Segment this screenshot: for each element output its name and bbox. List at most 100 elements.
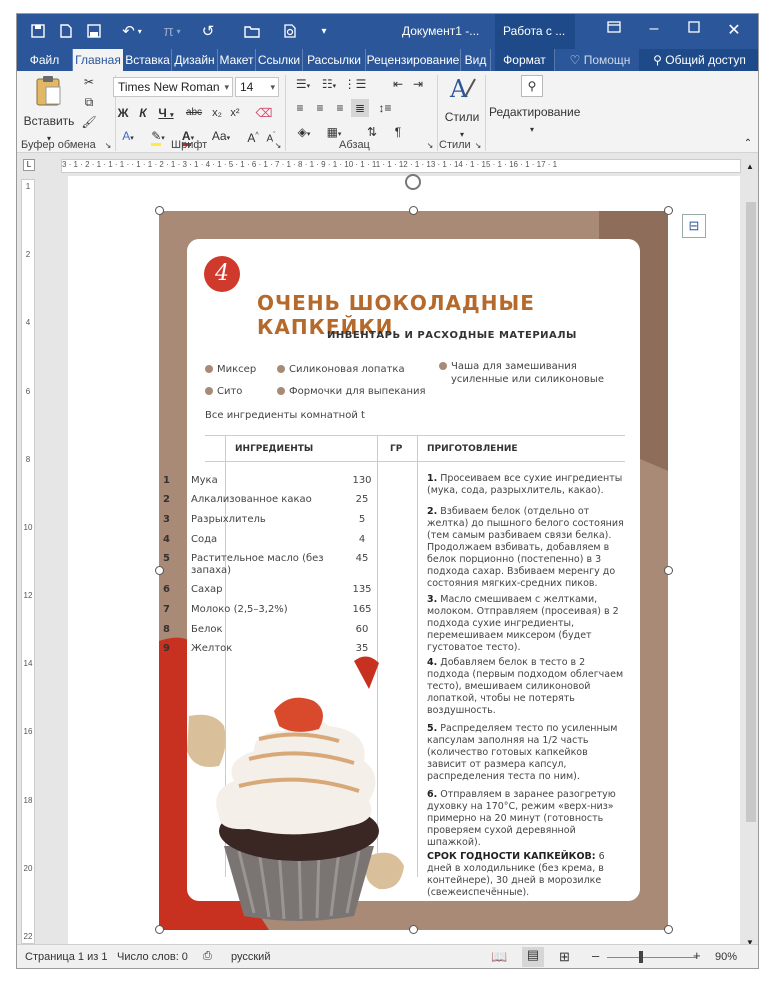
read-mode-icon[interactable]: 📖 bbox=[491, 949, 507, 965]
minimize-icon[interactable]: – bbox=[639, 20, 669, 42]
tell-me-button[interactable]: ♡ Помощн bbox=[561, 49, 639, 71]
group-paragraph-label: Абзац bbox=[339, 139, 370, 151]
editing-button[interactable]: ⚲ Редактирование ▾ bbox=[489, 75, 580, 134]
close-icon[interactable]: ✕ bbox=[719, 20, 749, 42]
ribbon-display-icon[interactable] bbox=[599, 20, 629, 42]
scroll-thumb[interactable] bbox=[746, 202, 756, 822]
word-count[interactable]: Число слов: 0 bbox=[117, 951, 188, 963]
grow-font-icon[interactable]: A^ bbox=[245, 127, 261, 147]
resize-handle-ne[interactable] bbox=[664, 206, 673, 215]
superscript-icon[interactable]: x² bbox=[227, 104, 243, 122]
share-button[interactable]: ⚲ Общий доступ bbox=[639, 49, 758, 71]
tab-home[interactable]: Главная bbox=[73, 49, 123, 71]
proofing-icon[interactable]: ⎙ bbox=[203, 950, 212, 963]
font-size-combo[interactable]: 14 ▾ bbox=[235, 77, 279, 97]
resize-handle-e[interactable] bbox=[664, 566, 673, 575]
launcher-icon[interactable]: ↘ bbox=[425, 141, 435, 151]
resize-handle-s[interactable] bbox=[409, 925, 418, 934]
zoom-in-icon[interactable]: + bbox=[693, 948, 701, 963]
tab-references[interactable]: Ссылки bbox=[256, 49, 303, 71]
redo-icon[interactable]: π ▾ bbox=[157, 20, 187, 42]
clear-formatting-icon[interactable]: ⌫ bbox=[255, 104, 273, 122]
line-spacing-icon[interactable]: ↕≡ bbox=[373, 99, 397, 117]
svg-text:A: A bbox=[449, 75, 468, 103]
bold-icon[interactable]: Ж bbox=[115, 104, 131, 122]
person-icon: ⚲ bbox=[653, 53, 662, 67]
scroll-up-icon[interactable]: ▲ bbox=[746, 162, 754, 171]
tab-format[interactable]: Формат bbox=[495, 49, 555, 71]
refresh-icon[interactable]: ↺ bbox=[197, 20, 219, 42]
resize-handle-nw[interactable] bbox=[155, 206, 164, 215]
cut-icon[interactable]: ✂ bbox=[79, 73, 99, 91]
tab-review[interactable]: Рецензирование bbox=[366, 49, 461, 71]
open-icon[interactable] bbox=[241, 20, 263, 42]
tab-view[interactable]: Вид bbox=[461, 49, 491, 71]
launcher-icon[interactable]: ↘ bbox=[473, 141, 483, 151]
save-icon[interactable] bbox=[27, 20, 49, 42]
align-center-icon[interactable]: ≡ bbox=[311, 99, 329, 117]
highlight-icon[interactable]: ✎▾ bbox=[145, 127, 171, 148]
strikethrough-icon[interactable]: abc bbox=[183, 104, 205, 122]
bullet-icon bbox=[205, 365, 213, 373]
tab-selector-icon[interactable]: L bbox=[23, 159, 35, 171]
change-case-icon[interactable]: Aa▾ bbox=[207, 127, 235, 148]
zoom-level[interactable]: 90% bbox=[715, 951, 737, 963]
launcher-icon[interactable]: ↘ bbox=[103, 141, 113, 151]
decrease-indent-icon[interactable]: ⇤ bbox=[389, 75, 407, 93]
resize-handle-sw[interactable] bbox=[155, 925, 164, 934]
resize-handle-se[interactable] bbox=[664, 925, 673, 934]
zoom-slider[interactable] bbox=[607, 957, 697, 958]
numbering-icon[interactable]: ☷▾ bbox=[317, 75, 341, 96]
horizontal-ruler[interactable]: 3 · 1 · 2 · 1 · 1 · 1 · · 1 · 1 · 2 · 1 … bbox=[61, 159, 741, 173]
resize-handle-w[interactable] bbox=[155, 566, 164, 575]
underline-icon[interactable]: Ч ▾ bbox=[155, 104, 177, 125]
collapse-ribbon-icon[interactable]: ⌃ bbox=[741, 135, 755, 153]
copy-icon[interactable]: ⧉ bbox=[79, 93, 99, 111]
temperature-note: Все ингредиенты комнатной t bbox=[205, 410, 365, 421]
customize-icon[interactable]: ▾ bbox=[313, 20, 335, 42]
ruler-bar: L 3 · 1 · 2 · 1 · 1 · 1 · · 1 · 1 · 2 · … bbox=[17, 154, 758, 174]
undo-icon[interactable]: ↶ ▾ bbox=[117, 20, 147, 42]
tab-layout[interactable]: Макет bbox=[218, 49, 256, 71]
bullets-icon[interactable]: ☰▾ bbox=[291, 75, 315, 96]
subscript-icon[interactable]: x₂ bbox=[209, 104, 225, 122]
tab-file[interactable]: Файл bbox=[17, 49, 73, 71]
justify-icon[interactable]: ≣ bbox=[351, 99, 369, 117]
align-left-icon[interactable]: ≡ bbox=[291, 99, 309, 117]
maximize-icon[interactable] bbox=[679, 20, 709, 42]
tab-design[interactable]: Дизайн bbox=[172, 49, 218, 71]
resize-handle-n[interactable] bbox=[409, 206, 418, 215]
zoom-out-icon[interactable]: – bbox=[592, 948, 599, 963]
new-doc-icon[interactable] bbox=[55, 20, 77, 42]
page-count[interactable]: Страница 1 из 1 bbox=[25, 951, 107, 963]
paste-button[interactable]: Вставить ▾ bbox=[23, 75, 75, 143]
align-right-icon[interactable]: ≡ bbox=[331, 99, 349, 117]
equipment-item-cont: усиленные или силиконовые bbox=[451, 374, 604, 385]
increase-indent-icon[interactable]: ⇥ bbox=[409, 75, 427, 93]
tab-mailings[interactable]: Рассылки bbox=[303, 49, 366, 71]
multilevel-list-icon[interactable]: ⋮☰ bbox=[343, 75, 367, 93]
launcher-icon[interactable]: ↘ bbox=[273, 141, 283, 151]
recipe-image[interactable]: 4 ОЧЕНЬ ШОКОЛАДНЫЕ КАПКЕЙКИ ИНВЕНТАРЬ И … bbox=[159, 211, 668, 930]
text-effects-icon[interactable]: A▾ bbox=[115, 127, 141, 148]
zoom-slider-thumb[interactable] bbox=[639, 951, 643, 963]
save-as-icon[interactable] bbox=[83, 20, 105, 42]
tab-insert[interactable]: Вставка bbox=[124, 49, 172, 71]
layout-options-icon[interactable]: ⊟ bbox=[682, 214, 706, 238]
document-title: Документ1 -... bbox=[402, 24, 480, 38]
styles-label: Стили bbox=[444, 110, 480, 124]
show-marks-icon[interactable]: ¶ bbox=[389, 123, 407, 141]
print-preview-icon[interactable] bbox=[279, 20, 301, 42]
status-bar: Страница 1 из 1 Число слов: 0 ⎙ русский … bbox=[17, 944, 758, 968]
italic-icon[interactable]: К bbox=[135, 104, 151, 122]
font-name-combo[interactable]: Times New Roman ▾ bbox=[113, 77, 233, 97]
language[interactable]: русский bbox=[231, 951, 270, 963]
styles-button[interactable]: A Стили ▾ bbox=[441, 73, 483, 139]
web-layout-icon[interactable]: ⊞ bbox=[559, 949, 570, 965]
shading-icon[interactable]: ◈▾ bbox=[291, 123, 317, 144]
vertical-scrollbar[interactable]: ▲ ▼ bbox=[743, 162, 758, 947]
rotate-handle-icon[interactable] bbox=[405, 174, 421, 190]
format-painter-icon[interactable]: 🖌 bbox=[79, 113, 99, 131]
print-layout-icon[interactable]: ▤ bbox=[522, 947, 544, 967]
vertical-ruler[interactable]: 1 2 4 6 8 10 12 14 16 18 20 22 bbox=[21, 179, 35, 944]
